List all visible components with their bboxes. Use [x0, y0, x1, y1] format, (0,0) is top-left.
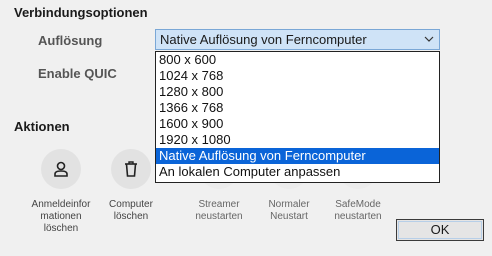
resolution-dropdown-list: 800 x 600 1024 x 768 1280 x 800 1366 x 7…	[155, 51, 440, 183]
ok-button[interactable]: OK	[396, 219, 484, 241]
resolution-option[interactable]: 800 x 600	[156, 52, 439, 68]
trash-icon	[111, 149, 151, 189]
resolution-select-value: Native Auflösung von Ferncomputer	[160, 32, 367, 47]
normal-restart-label-1: Normaler	[268, 199, 310, 210]
actions-title: Aktionen	[14, 119, 70, 134]
connection-options-title: Verbindungsoptionen	[14, 5, 148, 20]
resolution-option[interactable]: 1600 x 900	[156, 116, 439, 132]
resolution-option[interactable]: 1366 x 768	[156, 100, 439, 116]
clear-credentials-action[interactable]: Anmeldeinfor mationen löschen	[26, 149, 96, 235]
resolution-option[interactable]: 1280 x 800	[156, 84, 439, 100]
safemode-restart-label-1: SafeMode	[335, 199, 381, 210]
resolution-select[interactable]: Native Auflösung von Ferncomputer	[155, 29, 440, 50]
restart-streamer-label-1: Streamer	[198, 199, 240, 210]
clear-credentials-label-3: löschen	[43, 223, 79, 234]
clear-credentials-label-1: Anmeldeinfor	[31, 199, 91, 210]
resolution-option[interactable]: 1920 x 1080	[156, 132, 439, 148]
resolution-option[interactable]: 1024 x 768	[156, 68, 439, 84]
clear-credentials-label-2: mationen	[40, 211, 82, 222]
user-icon	[41, 149, 81, 189]
resolution-label: Auflösung	[38, 33, 103, 48]
delete-computer-label-1: Computer	[109, 199, 153, 210]
quic-label: Enable QUIC	[38, 66, 117, 81]
normal-restart-label-2: Neustart	[270, 211, 308, 222]
safemode-restart-label-2: neustarten	[334, 211, 382, 222]
delete-computer-label-2: löschen	[113, 211, 149, 222]
resolution-option[interactable]: An lokalen Computer anpassen	[156, 164, 439, 180]
restart-streamer-label-2: neustarten	[195, 211, 243, 222]
resolution-option-selected[interactable]: Native Auflösung von Ferncomputer	[156, 148, 439, 164]
